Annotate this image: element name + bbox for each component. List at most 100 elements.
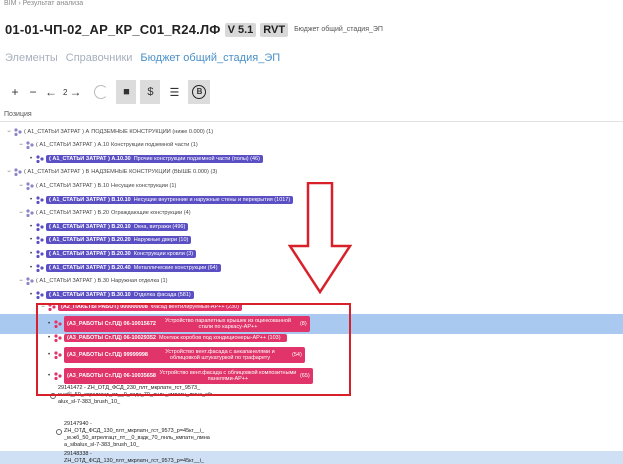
collapse-toggle-icon[interactable]: − [18, 183, 24, 189]
cost-item-desc: Металлические конструкции (64) [133, 264, 218, 271]
group-text: Ограждающие конструкции (4) [111, 210, 191, 217]
cost-item-desc: Отделка фасада (581) [133, 291, 191, 298]
cost-item-code: ( А1_СТАТЬИ ЗАТРАТ ) А.10.30 [49, 155, 131, 162]
collapse-toggle-icon[interactable]: − [18, 210, 24, 216]
group-code: ( А1_СТАТЬИ ЗАТРАТ ) В.20 [36, 210, 110, 217]
group-code: ( А1_СТАТЬИ ЗАТРАТ ) В.30 [36, 278, 110, 285]
element-item[interactable]: 29148338 - ZH_ОТД_ФСД_130_плт_мкрлатн_гст… [0, 451, 623, 464]
group-text: НАДЗЕМНЫЕ КОНСТРУКЦИИ (ВЫШЕ 0.000) (3) [91, 169, 218, 176]
cost-item-chip: ( А1_СТАТЬИ ЗАТРАТ ) В.20.10 Окна, витраж… [46, 222, 189, 231]
node-tree-icon [36, 236, 44, 245]
collapse-toggle-icon[interactable]: − [18, 142, 24, 148]
node-tree-icon [36, 250, 44, 258]
toolbar: + − ← 2 → ■ $ ☰ B [8, 80, 214, 104]
cost-item-desc: Наружные двери (10) [133, 237, 189, 244]
collapse-toggle-icon[interactable]: − [6, 129, 12, 135]
node-tree-icon [36, 291, 44, 299]
b-button[interactable]: B [188, 80, 211, 104]
tree-row[interactable]: − ( А1_СТАТЬИ ЗАТРАТ ) В НАДЗЕМНЫЕ КОНСТРУ… [0, 166, 623, 179]
node-tree-icon [36, 155, 44, 163]
level-down-icon[interactable]: ← [44, 85, 58, 99]
refresh-icon[interactable] [94, 85, 109, 99]
breadcrumb[interactable]: BIM › Результат анализа [4, 0, 83, 7]
format-badge: RVT [260, 22, 289, 37]
bullet-icon[interactable]: • [28, 237, 34, 243]
cost-item-desc: Окна, витражи (496) [133, 223, 186, 230]
node-tree-icon [26, 182, 34, 190]
group-label: ( А1_СТАТЬИ ЗАТРАТ ) А.10 Конструкции под… [36, 142, 198, 148]
bullet-icon[interactable]: • [28, 224, 34, 230]
element-line: a_sibalux_sl-7-383_brush_10_ [64, 442, 140, 448]
annotation-arrow-icon [288, 182, 352, 294]
cost-item-desc: Несущие внутренние и наружные стены и пе… [133, 196, 291, 203]
page-title: 01-01-ЧП-02_АР_КР_С01_R24.ЛФ [5, 22, 221, 37]
group-text: Конструкции подземной части (1) [111, 142, 198, 149]
element-line: ZH_ОТД_ФСД_130_плт_мкрлатн_гст_9573_р=45… [64, 458, 204, 464]
node-tree-icon [14, 168, 22, 177]
group-label: ( А1_СТАТЬИ ЗАТРАТ ) В.20 Ограждающие кон… [36, 210, 191, 216]
node-tree-icon [26, 277, 34, 286]
element-icon [56, 428, 62, 435]
expand-plus-button[interactable]: + [8, 85, 22, 99]
bullet-icon[interactable]: • [28, 265, 34, 271]
group-text: Несущие конструкции (1) [111, 182, 177, 189]
element-line: _м.жб_50_атрелгацт_пт__0_вздк_70_лнль_км… [64, 435, 210, 441]
bullet-icon[interactable]: • [28, 292, 34, 298]
tab-bar: Элементы Справочники Бюджет общий_стадия… [5, 52, 280, 64]
group-code: ( А1_СТАТЬИ ЗАТРАТ ) В [24, 169, 90, 176]
bullet-icon[interactable]: • [28, 156, 34, 162]
cost-item-code: ( А1_СТАТЬИ ЗАТРАТ ) В.20.40 [49, 264, 131, 271]
cost-item-code: ( А1_СТАТЬИ ЗАТРАТ ) В.20.20 [49, 237, 131, 244]
collapse-minus-button[interactable]: − [26, 85, 40, 99]
tree-row[interactable]: − ( А1_СТАТЬИ ЗАТРАТ ) А ПОДЗЕМНЫЕ КОНСТРУ… [0, 125, 623, 138]
group-code: ( А1_СТАТЬИ ЗАТРАТ ) А.10 [36, 142, 110, 149]
bullet-icon[interactable]: • [28, 197, 34, 203]
element-id: 29147940 - [64, 421, 92, 427]
group-label: ( А1_СТАТЬИ ЗАТРАТ ) В НАДЗЕМНЫЕ КОНСТРУК… [24, 169, 217, 175]
tab-budget[interactable]: Бюджет общий_стадия_ЭП [140, 52, 280, 64]
version-badge: V 5.1 [224, 22, 257, 37]
level-number: 2 [63, 87, 68, 97]
group-label: ( А1_СТАТЬИ ЗАТРАТ ) В.10 Несущие констру… [36, 183, 176, 189]
cost-item-code: ( А1_СТАТЬИ ЗАТРАТ ) В.20.30 [49, 250, 131, 257]
group-text: Наружная отделка (1) [111, 278, 168, 285]
node-tree-icon [14, 127, 22, 136]
group-label: ( А1_СТАТЬИ ЗАТРАТ ) А ПОДЗЕМНЫЕ КОНСТРУК… [24, 129, 213, 135]
collapse-toggle-icon[interactable]: − [6, 169, 12, 175]
element-line: alux_sl-7-383_brush_10_ [58, 399, 121, 405]
node-tree-icon [26, 209, 34, 218]
element-id: 29148338 - [64, 451, 92, 457]
group-code: ( А1_СТАТЬИ ЗАТРАТ ) В.10 [36, 182, 110, 189]
node-tree-icon [36, 263, 44, 272]
element-line: ZH_ОТД_ФСД_130_плт_мкрлатн_гст_9573_р=45… [64, 428, 204, 434]
element-item[interactable]: 29147940 - ZH_ОТД_ФСД_130_плт_мкрлатн_гст… [56, 421, 210, 449]
group-code: ( А1_СТАТЬИ ЗАТРАТ ) А [24, 128, 90, 135]
node-tree-icon [36, 223, 44, 231]
level-up-icon[interactable]: → [68, 85, 82, 99]
cost-item-chip: ( А1_СТАТЬИ ЗАТРАТ ) А.10.30 Прочие конст… [46, 154, 263, 163]
node-tree-icon [26, 141, 34, 150]
list-button[interactable]: ☰ [164, 80, 185, 104]
tree-row[interactable]: − ( А1_СТАТЬИ ЗАТРАТ ) А.10 Конструкции по… [0, 139, 623, 152]
cost-item-code: ( А1_СТАТЬИ ЗАТРАТ ) В.10.10 [49, 196, 131, 203]
tab-elements[interactable]: Элементы [5, 52, 58, 64]
group-text: ПОДЗЕМНЫЕ КОНСТРУКЦИИ (ниже 0.000) (1) [91, 128, 214, 135]
cost-item-code: ( А1_СТАТЬИ ЗАТРАТ ) В.30.10 [49, 291, 131, 298]
tree-row[interactable]: • ( А1_СТАТЬИ ЗАТРАТ ) А.10.30 Прочие конс… [0, 152, 623, 165]
cost-item-chip: ( А1_СТАТЬИ ЗАТРАТ ) В.20.40 Металлически… [46, 263, 221, 272]
tab-references[interactable]: Справочники [66, 52, 133, 64]
stop-button[interactable]: ■ [116, 80, 137, 104]
cost-item-desc: Прочие конструкции подземной части (полы… [133, 155, 260, 162]
budget-subtitle: Бюджет общий_стадия_ЭП [294, 26, 383, 33]
node-tree-icon [36, 195, 44, 204]
cost-item-desc: Конструкции кровли (3) [133, 250, 194, 257]
collapse-toggle-icon[interactable]: − [18, 278, 24, 284]
money-button[interactable]: $ [140, 80, 161, 104]
cost-item-chip: ( А1_СТАТЬИ ЗАТРАТ ) В.20.30 Конструкции … [46, 249, 197, 258]
annotation-highlight-box [36, 303, 351, 396]
header: 01-01-ЧП-02_АР_КР_С01_R24.ЛФ V 5.1 RVT Б… [5, 22, 383, 37]
group-label: ( А1_СТАТЬИ ЗАТРАТ ) В.30 Наружная отделк… [36, 278, 168, 284]
cost-item-chip: ( А1_СТАТЬИ ЗАТРАТ ) В.10.10 Несущие внут… [46, 195, 294, 204]
b-circle-icon: B [192, 85, 207, 99]
bullet-icon[interactable]: • [28, 251, 34, 257]
